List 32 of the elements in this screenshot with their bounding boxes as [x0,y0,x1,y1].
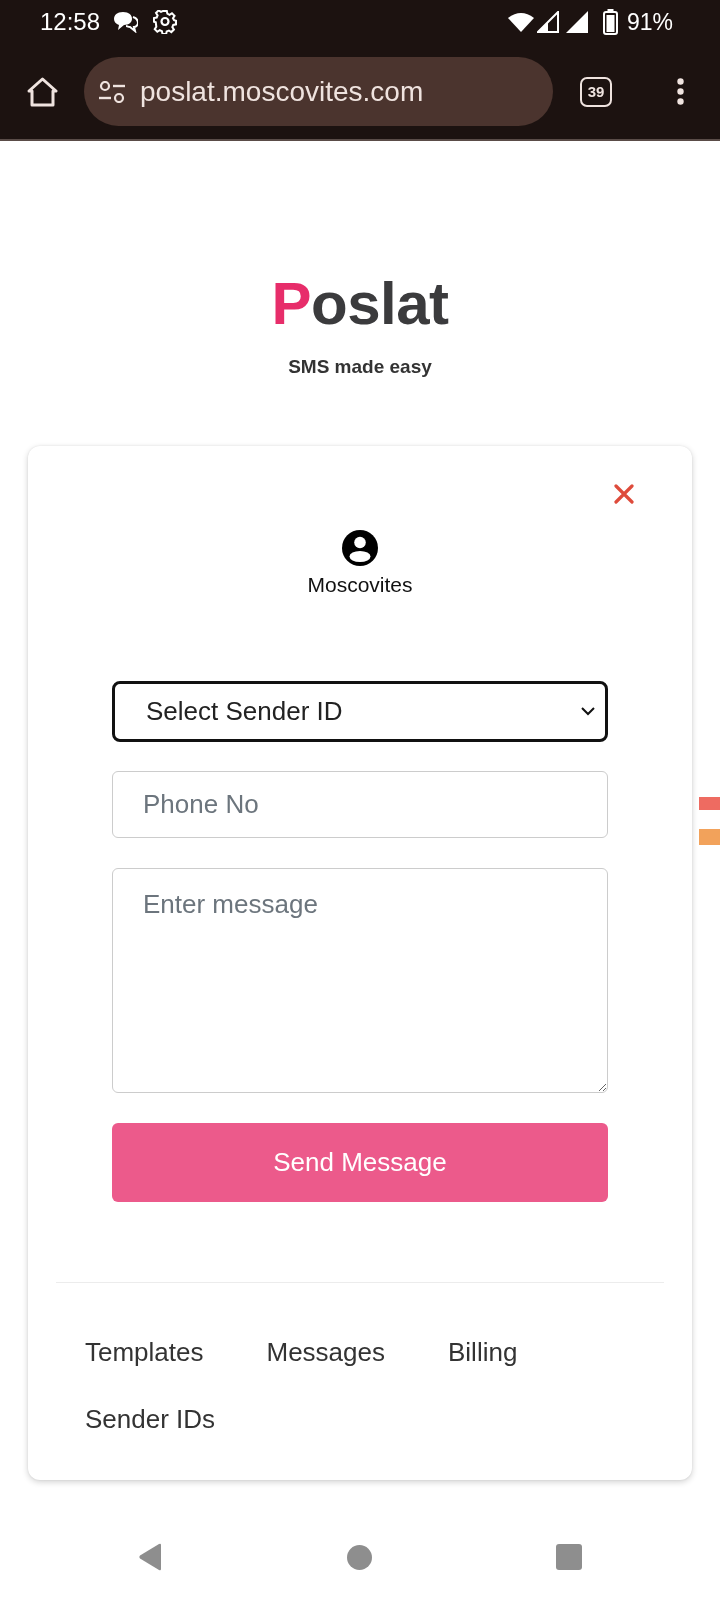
chevron-down-icon [581,707,595,716]
tagline: SMS made easy [288,355,432,379]
back-icon[interactable] [138,1543,164,1571]
gear-icon [153,10,178,34]
nav-link[interactable]: Billing [448,1337,518,1367]
home-icon[interactable] [27,76,58,107]
chat-bubbles-icon [114,11,139,33]
menu-icon[interactable] [677,78,684,105]
message-input[interactable]: Enter message [112,868,608,1093]
signal-icon [565,11,588,33]
close-icon[interactable] [614,484,634,504]
address-bar[interactable]: poslat.moscovites.com [84,57,553,126]
sender-id-select[interactable]: Select Sender ID [112,681,608,742]
edge-stripe [699,797,720,810]
logo-text: Poslat [271,274,449,334]
edge-stripe [699,829,720,845]
nav-link[interactable]: Templates [85,1337,204,1367]
recents-icon[interactable] [556,1544,583,1570]
account-name: Moscovites [307,573,413,597]
site-settings-icon[interactable] [99,80,125,103]
phone-input[interactable]: Phone No [112,771,608,838]
battery-icon [602,9,618,35]
nav-link[interactable]: Messages [266,1337,385,1367]
nav-link[interactable]: Sender IDs [85,1404,216,1434]
battery-percent: 91% [626,8,673,36]
user-avatar-icon [342,530,378,566]
tab-count-button[interactable]: 39 [580,76,612,107]
home-button-icon[interactable] [347,1544,373,1570]
wifi-icon [507,12,534,32]
url-text: poslat.moscovites.com [140,75,424,108]
status-time: 12:58 [40,8,101,36]
signal-icon [536,11,559,33]
